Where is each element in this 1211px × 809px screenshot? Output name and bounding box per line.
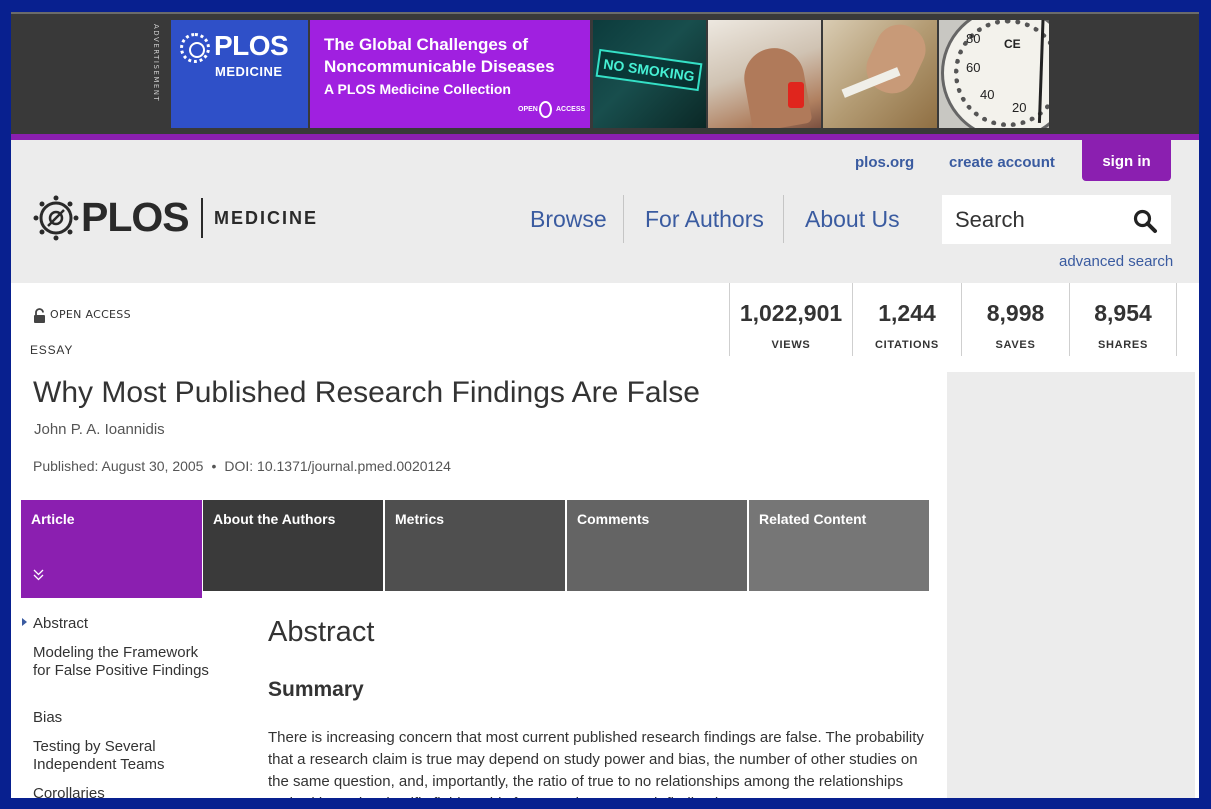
pressure-gauge-icon: CE 80 60 40 20: [941, 20, 1049, 128]
abstract-heading: Abstract: [268, 616, 375, 648]
metric-citations[interactable]: 1,244 CITATIONS: [852, 283, 961, 356]
summary-heading: Summary: [268, 678, 364, 701]
toc-item-modeling-framework[interactable]: Modeling the Framework for False Positiv…: [33, 644, 218, 680]
metric-value: 8,954: [1094, 300, 1152, 326]
toc-current-marker-icon: [22, 618, 27, 626]
tab-comments[interactable]: Comments: [567, 500, 747, 591]
metric-views[interactable]: 1,022,901 VIEWS: [729, 283, 852, 356]
ad-photo-test-strip: [823, 20, 937, 128]
tab-article[interactable]: Article: [21, 500, 202, 598]
metric-shares[interactable]: 8,954 SHARES: [1069, 283, 1177, 356]
article-title: Why Most Published Research Findings Are…: [33, 376, 700, 409]
advertisement-label: ADVERTISEMENT: [152, 24, 160, 103]
advanced-search-link[interactable]: advanced search: [1059, 253, 1173, 270]
article-type: ESSAY: [30, 343, 74, 357]
nav-divider: [623, 195, 624, 243]
ad-access-label: ACCESS: [556, 106, 586, 113]
ad-logo-word: PLOS: [214, 30, 289, 61]
open-access-icon: [539, 101, 552, 118]
banner-top-line: [11, 12, 1199, 14]
nav-about-us[interactable]: About Us: [805, 206, 900, 233]
ad-photo-glucose-meter: [708, 20, 821, 128]
author-link[interactable]: John P. A. Ioannidis: [34, 421, 165, 438]
plos-logo-icon[interactable]: [33, 195, 79, 241]
tab-metrics[interactable]: Metrics: [385, 500, 565, 591]
metric-label: VIEWS: [771, 339, 811, 351]
gauge-label: 20: [1012, 100, 1027, 115]
ad-headline-panel: The Global Challenges of Noncommunicable…: [310, 20, 590, 128]
site-header: plos.org create account sign in PLOS MED…: [11, 140, 1199, 283]
plos-org-link[interactable]: plos.org: [855, 154, 914, 171]
gauge-mark: CE: [1004, 37, 1021, 51]
toc-item-abstract[interactable]: Abstract: [33, 615, 88, 633]
tab-label: Article: [31, 511, 75, 527]
search-input[interactable]: [942, 195, 1127, 244]
ad-photo-pressure-gauge: CE 80 60 40 20: [939, 20, 1049, 128]
advertisement-banner[interactable]: ADVERTISEMENT PLOS MEDICINE The Global C…: [11, 12, 1199, 134]
ad-headline-line1: The Global Challenges of: [324, 35, 529, 54]
nav-browse[interactable]: Browse: [530, 206, 607, 233]
publication-info: Published: August 30, 2005 • DOI: 10.1371/…: [33, 458, 451, 474]
ad-plos-logo-panel: PLOS MEDICINE: [171, 20, 308, 128]
chevron-down-icon: [33, 569, 44, 581]
ad-photo-no-smoking: NO SMOKING: [593, 20, 706, 128]
ad-logo-sub: MEDICINE: [215, 64, 283, 79]
ad-headline-line3: A PLOS Medicine Collection: [324, 81, 511, 97]
ad-photo-device: [788, 82, 804, 108]
metric-saves[interactable]: 8,998 SAVES: [961, 283, 1069, 356]
ad-photo-hand: [858, 20, 934, 102]
tab-about-the-authors[interactable]: About the Authors: [203, 500, 383, 591]
ad-headline-line2: Noncommunicable Diseases: [324, 57, 555, 76]
logo-wordmark[interactable]: PLOS: [81, 194, 190, 241]
no-smoking-sign: NO SMOKING: [595, 48, 703, 92]
open-access-label: OPEN ACCESS: [50, 308, 131, 321]
doi: DOI: 10.1371/journal.pmed.0020124: [224, 458, 451, 474]
toc-item-testing-teams[interactable]: Testing by Several Independent Teams: [33, 738, 203, 774]
nav-for-authors[interactable]: For Authors: [645, 206, 764, 233]
logo-journal-name[interactable]: MEDICINE: [214, 208, 318, 229]
open-lock-icon: [34, 308, 45, 323]
nav-divider: [783, 195, 784, 243]
metric-value: 1,022,901: [739, 300, 843, 326]
metric-label: SAVES: [995, 339, 1036, 351]
browser-page: ADVERTISEMENT PLOS MEDICINE The Global C…: [11, 12, 1199, 798]
metric-value: 8,998: [986, 300, 1045, 326]
plos-logo-icon: [180, 33, 210, 63]
toc-item-corollaries[interactable]: Corollaries: [33, 785, 105, 798]
summary-paragraph: There is increasing concern that most cu…: [268, 729, 924, 798]
search-icon[interactable]: [1132, 208, 1158, 234]
sign-in-button[interactable]: sign in: [1082, 140, 1171, 181]
published-date: Published: August 30, 2005: [33, 458, 204, 474]
metric-label: CITATIONS: [875, 339, 939, 351]
toc-item-bias[interactable]: Bias: [33, 709, 62, 727]
gauge-label: 80: [966, 31, 981, 46]
tab-related-content[interactable]: Related Content: [749, 500, 929, 591]
right-sidebar: [947, 372, 1195, 798]
metric-label: SHARES: [1097, 339, 1149, 351]
gauge-label: 60: [966, 60, 981, 75]
separator-dot: •: [211, 458, 217, 474]
create-account-link[interactable]: create account: [949, 154, 1055, 171]
logo-divider: [201, 198, 203, 238]
metric-value: 1,244: [878, 300, 936, 326]
ad-open-label: OPEN: [518, 106, 538, 113]
gauge-label: 40: [980, 87, 995, 102]
search-box: [942, 195, 1171, 244]
